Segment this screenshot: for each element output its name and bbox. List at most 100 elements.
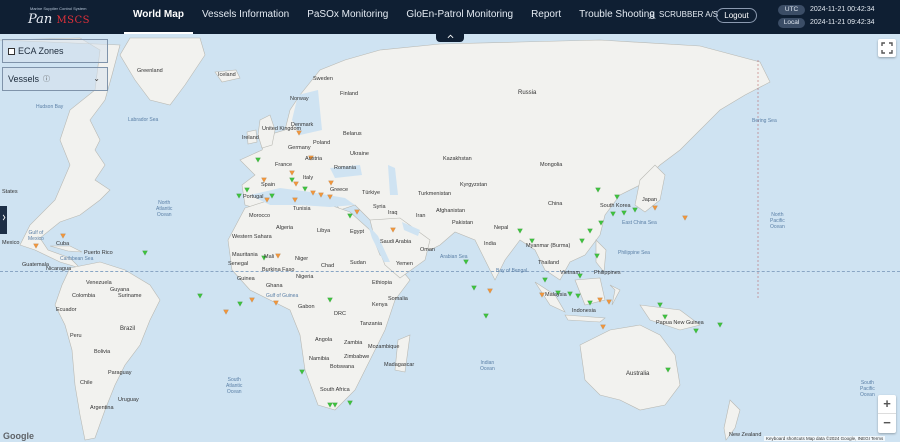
vessel-marker-green[interactable] [621,210,627,216]
vessel-marker-orange[interactable] [682,215,688,221]
eca-zones-toggle[interactable]: ECA Zones [2,39,108,63]
logo-name: Pan MSCS [28,12,91,27]
vessel-marker-green[interactable] [236,193,242,199]
collapse-header-button[interactable] [436,34,464,42]
vessel-marker-orange[interactable] [223,309,229,315]
map-label: Cuba [56,241,70,247]
map-label: Gulf of Mexico [28,230,44,242]
expand-sidebar-button[interactable] [0,206,7,234]
map-label: Türkiye [362,190,381,196]
vessel-marker-green[interactable] [542,277,548,283]
map-label: Mongolia [540,162,563,168]
map-label: Russia [518,90,537,96]
map-label: Portugal [243,194,264,200]
map-label: Yemen [396,261,413,267]
map-label: Labrador Sea [128,117,159,123]
map-label: Argentina [90,405,114,411]
map-label: East China Sea [622,220,657,226]
map-label: Belarus [343,131,362,137]
map-label: Bering Sea [752,118,777,124]
map-label: Zambia [344,340,363,346]
map-label: Ecuador [56,307,77,313]
vessel-marker-orange[interactable] [60,233,66,239]
map-label: Guatemala [22,262,49,268]
vessel-marker-green[interactable] [142,250,148,256]
map-label: Mali [264,254,275,260]
nav-report[interactable]: Report [522,0,570,34]
nav-vessels-information[interactable]: Vessels Information [193,0,298,34]
user-account[interactable]: SCRUBBER A/S [648,10,718,19]
vessels-dropdown[interactable]: Vessels ⓘ ⌄ [2,67,108,91]
map-label: Western Sahara [232,234,272,240]
map-attribution[interactable]: Keyboard shortcuts Map data ©2024 Google… [764,436,886,441]
map-label: Pakistan [452,220,474,226]
java-island [564,314,606,323]
utc-badge: UTC [778,4,805,15]
map-label: Burkina Faso [262,267,295,273]
vessel-marker-green[interactable] [693,328,699,334]
vessel-marker-orange[interactable] [354,209,360,215]
map-label: Somalia [388,296,408,302]
map-label: Iceland [218,72,236,78]
map-label: South Atlantic Ocean [226,377,243,395]
map-label: Sweden [313,76,333,82]
vessel-marker-green[interactable] [463,259,469,265]
main-nav: World Map Vessels Information PaSOx Moni… [124,0,664,34]
map-label: Finland [340,91,359,97]
map-label: Ethiopia [372,280,392,286]
map-label: Romania [334,165,357,171]
vessel-marker-green[interactable] [717,322,723,328]
nav-world-map[interactable]: World Map [124,0,193,34]
vessel-marker-orange[interactable] [606,299,612,305]
vessel-marker-orange[interactable] [249,297,255,303]
equator-line [0,271,900,272]
vessel-marker-green[interactable] [567,291,573,297]
zoom-in-button[interactable]: + [878,395,896,414]
fullscreen-button[interactable] [878,39,896,57]
vessel-marker-orange[interactable] [487,288,493,294]
map-label: Mauritania [232,252,258,258]
vessel-marker-green[interactable] [197,293,203,299]
vessel-marker-green[interactable] [483,313,489,319]
zoom-out-button[interactable]: − [878,414,896,433]
map-label: Iran [416,213,426,219]
map-label: Egypt [350,229,365,235]
user-name: SCRUBBER A/S [659,10,719,19]
vessel-marker-green[interactable] [299,369,305,375]
map-label: Greece [330,187,349,193]
google-logo[interactable]: Google [3,431,34,441]
map-label: Australia [626,371,650,377]
chevron-down-icon: ⌄ [93,74,100,83]
map-label: Namibia [309,356,330,362]
nav-gloen-patrol-monitoring[interactable]: GloEn-Patrol Monitoring [397,0,522,34]
map-label: Angola [315,337,333,343]
chevron-up-icon [447,34,453,39]
map-label: Kazakhstan [443,156,472,162]
map-label: DRC [334,311,346,317]
vessel-marker-orange[interactable] [600,324,606,330]
map-label: Senegal [228,261,249,267]
map-label: Mexico [2,240,20,246]
eca-zones-checkbox[interactable] [8,47,15,55]
map-label: Niger [295,256,309,262]
nav-pasox-monitoring[interactable]: PaSOx Monitoring [298,0,397,34]
map-label: Tunisia [293,206,311,212]
vessel-marker-green[interactable] [237,301,243,307]
vessel-marker-green[interactable] [610,211,616,217]
map-label: Austria [305,156,323,162]
map-label: Arabian Sea [440,254,468,260]
world-map[interactable]: Greenland Iceland Sweden Finland Norway … [0,34,900,442]
map-label: Colombia [72,293,96,299]
vessel-marker-green[interactable] [471,285,477,291]
vessel-marker-orange[interactable] [652,205,658,211]
vessel-marker-green[interactable] [632,207,638,213]
vessel-marker-green[interactable] [347,400,353,406]
map-label: Japan [642,197,657,203]
app-logo[interactable]: Marine Supplier Control System Pan MSCS [26,3,106,31]
vessel-marker-green[interactable] [575,293,581,299]
map-label: Sudan [350,260,366,266]
map-label: Ireland [242,135,259,141]
vessel-marker-green[interactable] [657,302,663,308]
map-label: Bolivia [94,349,111,355]
logout-button[interactable]: Logout [716,8,757,23]
